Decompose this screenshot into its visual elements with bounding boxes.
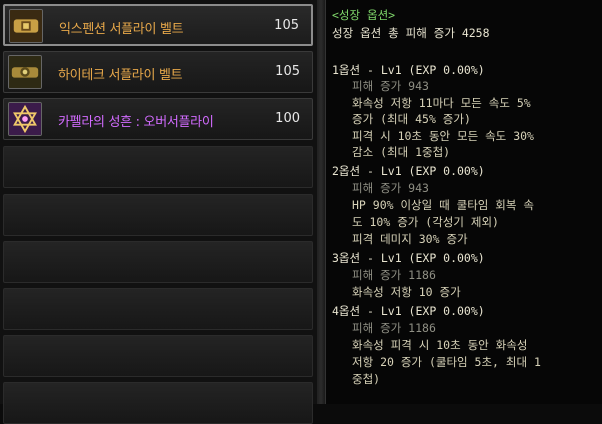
option-2-line: 피격 데미지 30% 증가 [352, 232, 468, 246]
empty-slot[interactable] [3, 288, 313, 330]
equipment-slot-3[interactable]: 카펠라의 성흔 : 오버서플라이 100 [3, 98, 313, 140]
option-3-header: 3옵션 - Lv1 (EXP 0.00%) [332, 251, 485, 265]
empty-slot[interactable] [3, 194, 313, 236]
option-1-line: 피격 시 10초 동안 모든 속도 30% [352, 129, 534, 143]
item-name: 카펠라의 성흔 : 오버서플라이 [58, 115, 214, 130]
option-2-line: 도 10% 증가 (각성기 제외) [352, 215, 499, 229]
option-2-line: HP 90% 이상일 때 쿨타임 회복 속 [352, 198, 534, 212]
option-4-line: 화속성 피격 시 10초 동안 화속성 [352, 338, 528, 352]
option-2-header: 2옵션 - Lv1 (EXP 0.00%) [332, 164, 485, 178]
option-4-line: 저항 20 증가 (쿨타임 5초, 최대 1 [352, 355, 541, 369]
equipment-slot-1[interactable]: 익스펜션 서플라이 벨트 105 [3, 4, 313, 46]
option-1-line: 증가 (최대 45% 증가) [352, 112, 471, 126]
belt-icon [8, 55, 42, 89]
item-level: 105 [274, 18, 299, 33]
option-2-damage: 피해 증가 943 [352, 181, 429, 195]
option-1-line: 화속성 저항 11마다 모든 속도 5% [352, 96, 531, 110]
empty-slot[interactable] [3, 146, 313, 188]
option-4-damage: 피해 증가 1186 [352, 321, 436, 335]
item-level: 105 [275, 64, 300, 79]
item-name: 하이테크 서플라이 벨트 [58, 68, 183, 83]
option-1-damage: 피해 증가 943 [352, 79, 429, 93]
belt-icon [9, 9, 43, 43]
item-name: 익스펜션 서플라이 벨트 [59, 22, 184, 37]
option-1-header: 1옵션 - Lv1 (EXP 0.00%) [332, 63, 485, 77]
growth-option-tooltip: <성장 옵션> 성장 옵션 총 피해 증가 4258 1옵션 - Lv1 (EX… [325, 0, 602, 404]
equipment-list: 익스펜션 서플라이 벨트 105 하이테크 서플라이 벨트 105 카펠라의 성… [0, 0, 317, 424]
panel-title: <성장 옵션> [332, 8, 396, 22]
option-4-line: 중첩) [352, 372, 381, 386]
empty-slot[interactable] [3, 382, 313, 424]
total-damage: 성장 옵션 총 피해 증가 4258 [332, 26, 490, 40]
hexagram-icon [8, 102, 42, 136]
empty-slot[interactable] [3, 335, 313, 377]
scrollbar[interactable] [317, 0, 325, 404]
empty-slot[interactable] [3, 241, 313, 283]
option-1-line: 감소 (최대 1중첩) [352, 145, 451, 159]
option-3-line: 화속성 저항 10 증가 [352, 285, 461, 299]
item-level: 100 [275, 111, 300, 126]
equipment-slot-2[interactable]: 하이테크 서플라이 벨트 105 [3, 51, 313, 93]
option-3-damage: 피해 증가 1186 [352, 268, 436, 282]
option-4-header: 4옵션 - Lv1 (EXP 0.00%) [332, 304, 485, 318]
